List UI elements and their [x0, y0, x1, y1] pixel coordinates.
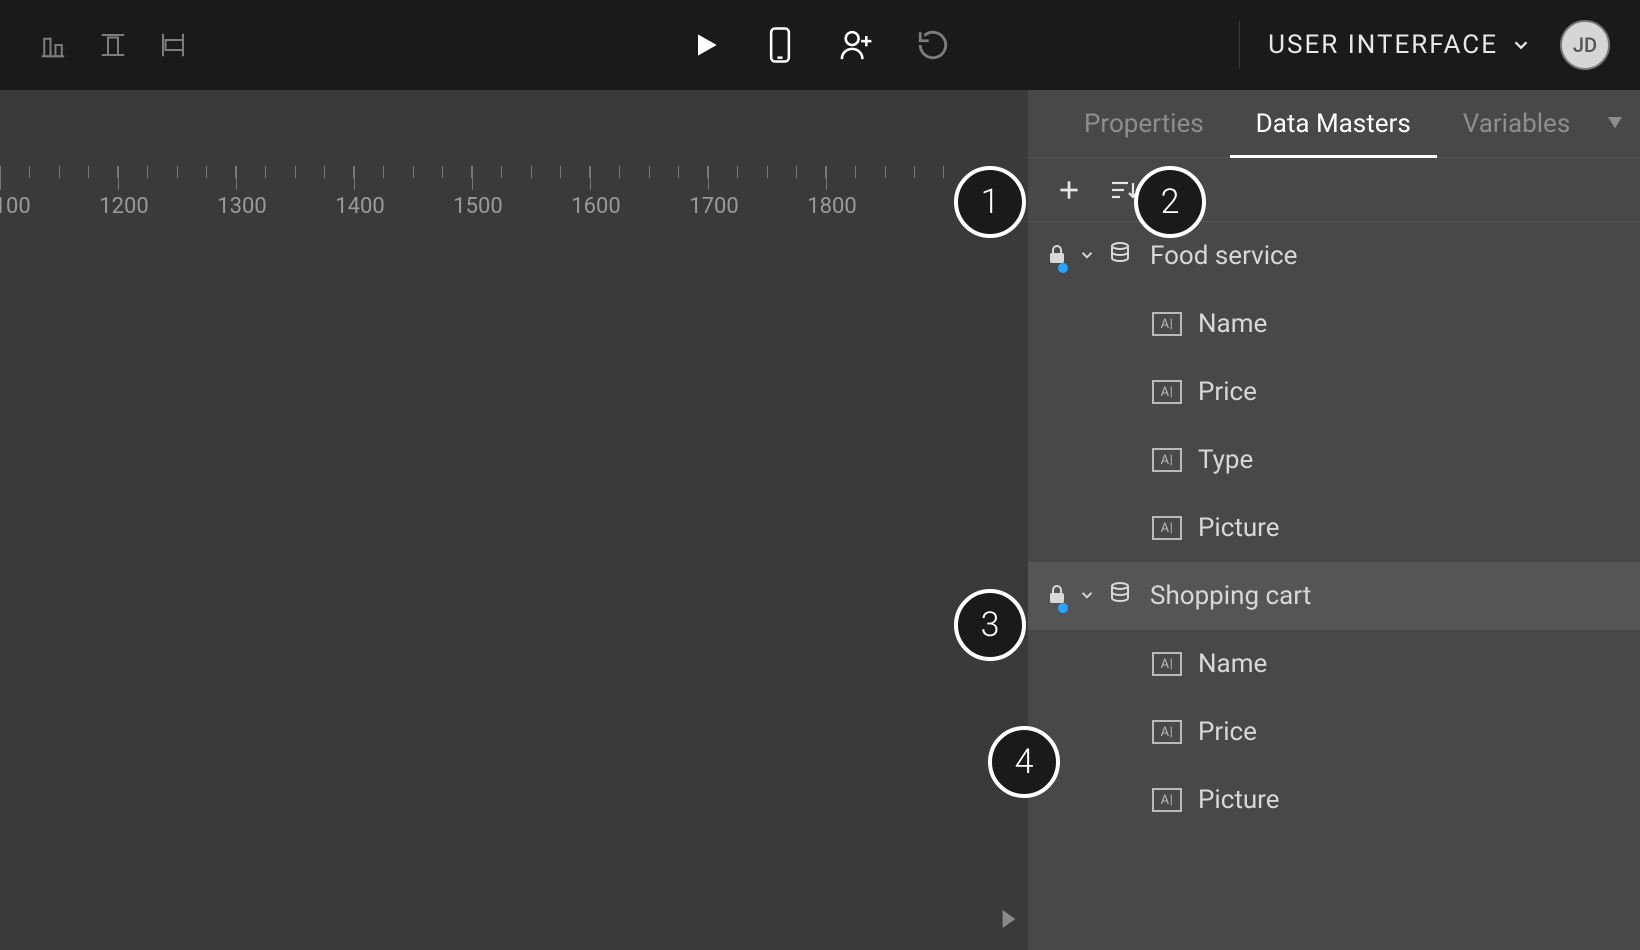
tab-variables[interactable]: Variables [1437, 90, 1597, 157]
chevron-down-icon [1510, 34, 1532, 56]
ruler-cell: 1800 [826, 166, 944, 226]
horizontal-ruler: 1100 1200 1300 1400 1500 1600 1700 1800 [0, 166, 1028, 226]
main-area: 1100 1200 1300 1400 1500 1600 1700 1800 Propert… [0, 90, 1640, 950]
tab-properties[interactable]: Properties [1058, 90, 1230, 157]
field-name: Picture [1198, 513, 1280, 543]
text-field-icon: A| [1152, 720, 1182, 744]
data-master-item[interactable]: Shopping cart [1028, 562, 1640, 630]
tab-label: Properties [1084, 109, 1204, 139]
data-master-item[interactable]: Food service [1028, 222, 1640, 290]
data-master-tree: Food service A| Name A| Price A| Type A| Picture… [1028, 222, 1640, 950]
sort-button[interactable] [1110, 178, 1138, 202]
ruler-label: 1600 [566, 194, 626, 219]
undo-icon[interactable] [916, 28, 950, 62]
data-field-row[interactable]: A| Type [1028, 426, 1640, 494]
avatar-initials: JD [1573, 33, 1597, 57]
ruler-label: 1400 [330, 194, 390, 219]
mode-label: USER INTERFACE [1268, 30, 1498, 60]
panel-tabs: Properties Data Masters Variables [1028, 90, 1640, 158]
tabs-overflow-icon[interactable] [1608, 90, 1640, 157]
data-master-name: Food service [1150, 241, 1297, 271]
field-name: Type [1198, 445, 1253, 475]
ruler-label: 1300 [212, 194, 272, 219]
side-panel: Properties Data Masters Variables [1028, 90, 1640, 950]
database-icon [1108, 241, 1132, 272]
top-toolbar: USER INTERFACE JD [0, 0, 1640, 90]
data-field-row[interactable]: A| Picture [1028, 494, 1640, 562]
align-middle-icon[interactable] [98, 30, 128, 60]
center-tools [690, 26, 950, 64]
ruler-label: 1100 [0, 194, 36, 219]
device-icon[interactable] [764, 26, 796, 64]
add-data-master-button[interactable] [1056, 177, 1082, 203]
data-field-row[interactable]: A| Price [1028, 358, 1640, 426]
text-field-icon: A| [1152, 380, 1182, 404]
tab-label: Variables [1463, 109, 1571, 139]
lock-icon [1048, 241, 1066, 271]
data-field-row[interactable]: A| Price [1028, 698, 1640, 766]
avatar[interactable]: JD [1560, 20, 1610, 70]
chevron-down-icon[interactable] [1078, 581, 1096, 611]
ruler-label: 1200 [94, 194, 154, 219]
field-name: Price [1198, 717, 1257, 747]
field-name: Name [1198, 309, 1267, 339]
data-master-name: Shopping cart [1150, 581, 1311, 611]
data-field-row[interactable]: A| Name [1028, 290, 1640, 358]
ruler-label: 1700 [684, 194, 744, 219]
play-icon[interactable] [690, 29, 722, 61]
align-tools [0, 30, 188, 60]
mode-dropdown[interactable]: USER INTERFACE [1268, 30, 1532, 60]
align-center-icon[interactable] [158, 30, 188, 60]
field-name: Price [1198, 377, 1257, 407]
text-field-icon: A| [1152, 516, 1182, 540]
align-bottom-icon[interactable] [38, 30, 68, 60]
expand-panel-icon[interactable] [1002, 910, 1016, 932]
data-field-row[interactable]: A| Picture [1028, 766, 1640, 834]
toolbar-divider [1239, 21, 1240, 69]
database-icon [1108, 581, 1132, 612]
data-field-row[interactable]: A| Name [1028, 630, 1640, 698]
text-field-icon: A| [1152, 788, 1182, 812]
canvas[interactable]: 1100 1200 1300 1400 1500 1600 1700 1800 [0, 90, 1028, 950]
chevron-down-icon[interactable] [1078, 241, 1096, 271]
field-name: Picture [1198, 785, 1280, 815]
tab-data-masters[interactable]: Data Masters [1230, 90, 1437, 157]
text-field-icon: A| [1152, 652, 1182, 676]
text-field-icon: A| [1152, 312, 1182, 336]
panel-toolbar [1028, 158, 1640, 222]
field-name: Name [1198, 649, 1267, 679]
add-user-icon[interactable] [838, 28, 874, 62]
tab-label: Data Masters [1256, 109, 1411, 139]
lock-icon [1048, 581, 1066, 611]
ruler-label: 1500 [448, 194, 508, 219]
ruler-label: 1800 [802, 194, 862, 219]
text-field-icon: A| [1152, 448, 1182, 472]
